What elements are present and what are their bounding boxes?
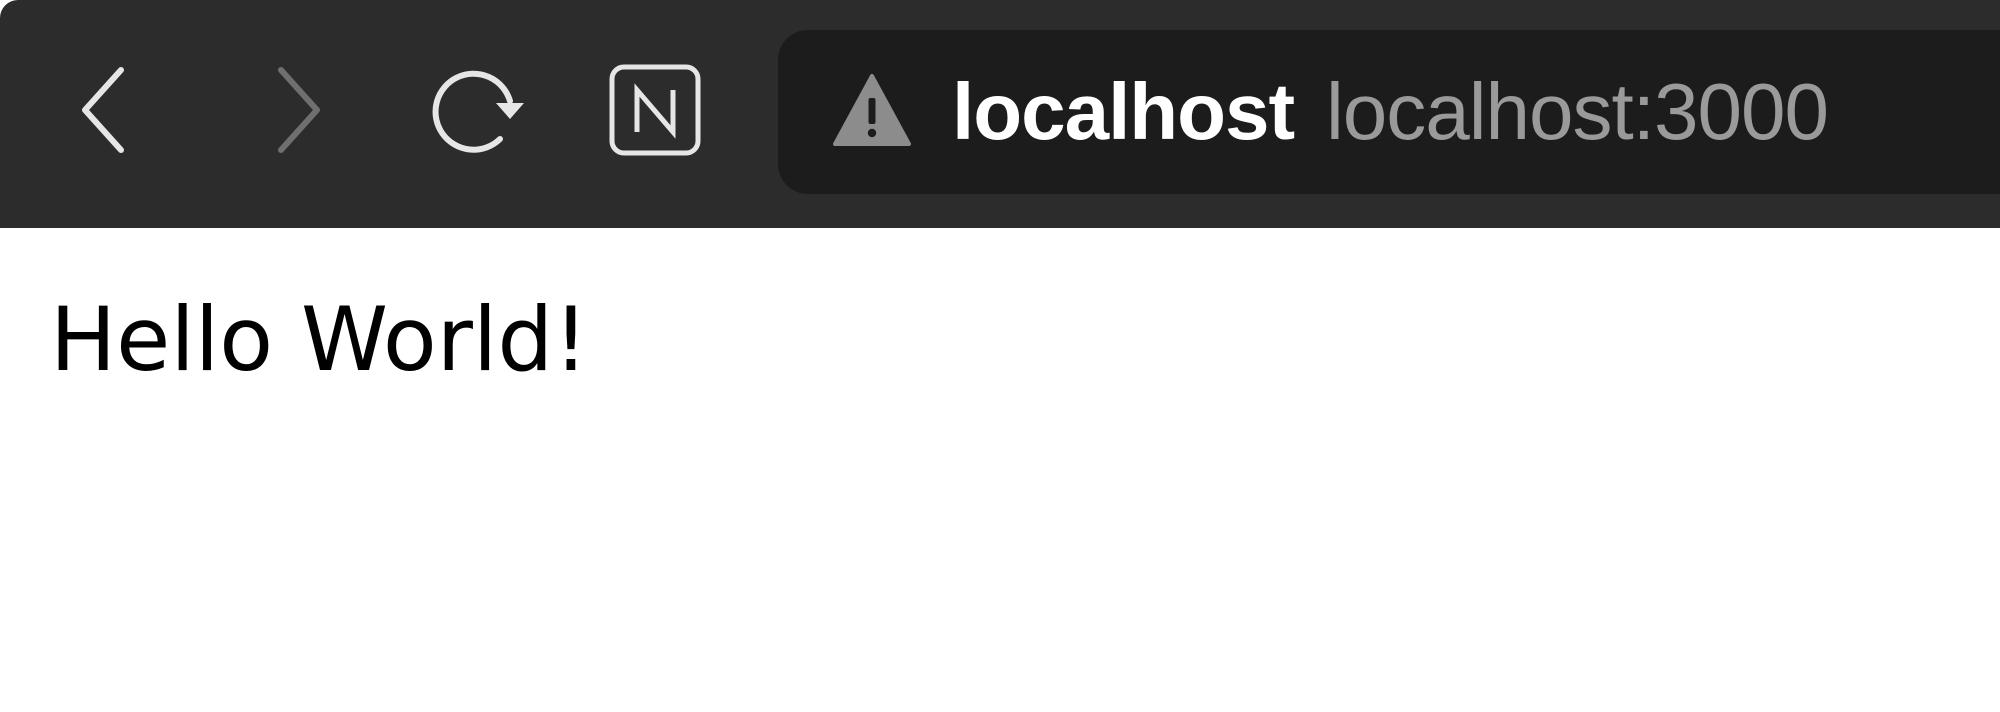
- n-badge-icon: [609, 64, 701, 156]
- reload-button[interactable]: [412, 45, 542, 175]
- address-url: localhost:3000: [1326, 67, 1829, 156]
- back-button[interactable]: [40, 45, 170, 175]
- chevron-right-icon: [278, 67, 320, 153]
- address-bar[interactable]: localhost localhost:3000: [778, 30, 2000, 194]
- chevron-left-icon: [82, 67, 124, 153]
- page-content: Hello World!: [0, 228, 2000, 712]
- browser-toolbar: localhost localhost:3000: [0, 0, 2000, 228]
- extension-button[interactable]: [590, 45, 720, 175]
- warning-triangle-icon[interactable]: [832, 72, 912, 148]
- forward-button[interactable]: [232, 45, 362, 175]
- page-greeting: Hello World!: [50, 288, 589, 391]
- reload-icon: [432, 70, 524, 153]
- browser-window: localhost localhost:3000 Hello World!: [0, 0, 2000, 712]
- address-host: localhost: [952, 67, 1295, 156]
